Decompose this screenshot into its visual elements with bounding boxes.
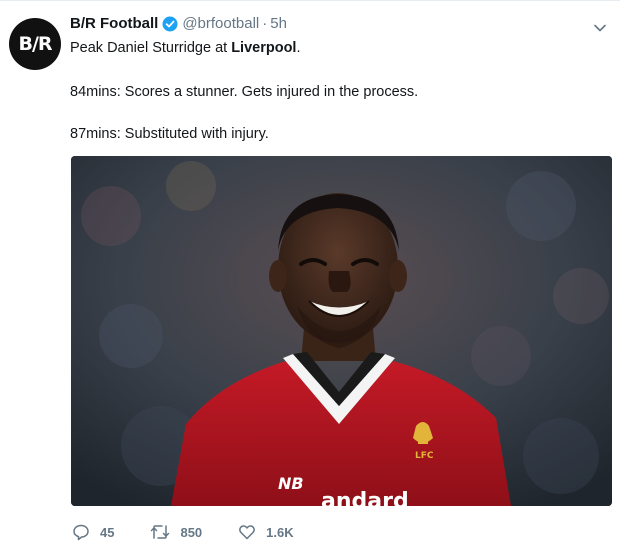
shirt-sponsor-text: andard (321, 489, 409, 506)
separator-dot: · (262, 15, 268, 32)
retweet-button[interactable]: 850 (150, 523, 202, 541)
player-photo-illustration: NB andard LFC (71, 156, 612, 506)
tweet-text-line-2: 84mins: Scores a stunner. Gets injured i… (70, 84, 419, 100)
chevron-down-icon[interactable] (592, 20, 608, 36)
user-handle[interactable]: @brfootball (182, 14, 259, 34)
like-count: 1.6K (266, 524, 294, 540)
avatar-logo-text: B/R (18, 33, 52, 55)
display-name[interactable]: B/R Football (70, 14, 158, 34)
team-link[interactable]: Liverpool (231, 40, 296, 56)
like-button[interactable]: 1.6K (238, 523, 294, 541)
tweet-text-line-1-suffix: . (296, 40, 301, 56)
reply-button[interactable]: 45 (72, 523, 114, 541)
tweet-text-line-3: 87mins: Substituted with injury. (70, 126, 269, 142)
svg-text:NB: NB (278, 474, 304, 493)
tweet-photo[interactable]: NB andard LFC (71, 156, 612, 506)
retweet-count: 850 (180, 524, 203, 540)
avatar[interactable]: B/R (9, 18, 61, 70)
tweet-text-line-1: Peak Daniel Sturridge at Liverpool. (70, 38, 301, 58)
reply-count: 45 (100, 524, 115, 540)
verified-badge-icon (162, 16, 178, 32)
tweet-text-line-1-prefix: Peak Daniel Sturridge at (70, 40, 232, 56)
tweet-timestamp[interactable]: 5h (270, 14, 287, 34)
heart-icon (239, 525, 256, 540)
crest-text: LFC (415, 451, 434, 461)
retweet-icon (151, 525, 170, 539)
tweet-header: B/R Football @brfootball · 5h (70, 14, 287, 34)
reply-icon (73, 524, 89, 541)
top-divider (0, 0, 620, 1)
tweet-actions: 45 850 1.6K (72, 523, 330, 541)
